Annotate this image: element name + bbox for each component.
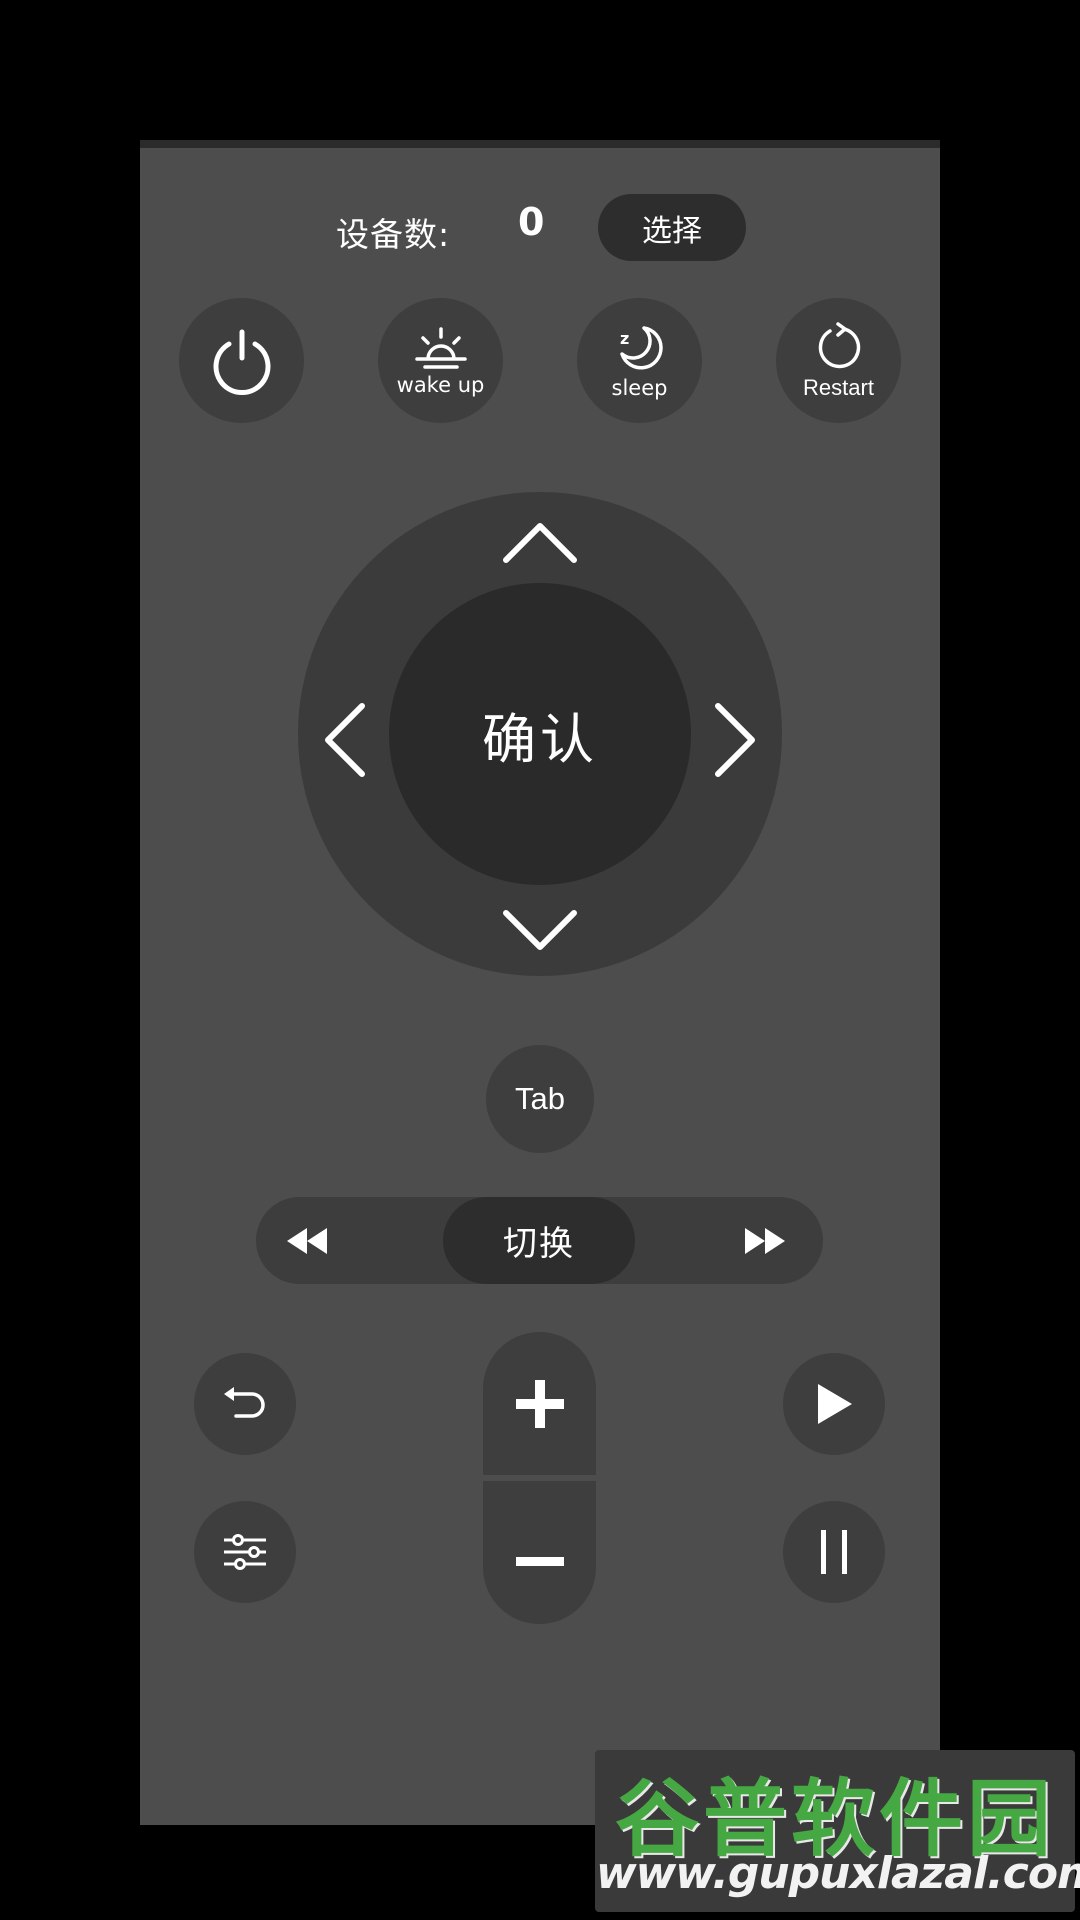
select-device-button[interactable]: 选择 bbox=[598, 194, 746, 261]
play-icon bbox=[818, 1384, 852, 1424]
volume-up-button[interactable] bbox=[483, 1332, 596, 1475]
pause-button[interactable] bbox=[783, 1501, 885, 1603]
plus-icon bbox=[515, 1379, 564, 1428]
wake-up-button[interactable]: wake up bbox=[378, 298, 503, 423]
volume-down-button[interactable] bbox=[483, 1481, 596, 1624]
device-count-label: 设备数: bbox=[336, 215, 451, 254]
chevron-left-icon bbox=[325, 703, 365, 777]
wake-up-label: wake up bbox=[396, 372, 485, 397]
chevron-up-icon bbox=[503, 523, 577, 563]
sunrise-icon bbox=[414, 326, 467, 369]
power-icon bbox=[213, 329, 270, 395]
watermark-url: www.gupuxlazal.com bbox=[596, 1848, 1080, 1899]
dpad-right-button[interactable] bbox=[690, 695, 780, 785]
power-button[interactable] bbox=[179, 298, 304, 423]
minus-icon bbox=[515, 1556, 564, 1566]
settings-button[interactable] bbox=[194, 1501, 296, 1603]
back-icon bbox=[224, 1387, 265, 1418]
svg-text:z: z bbox=[620, 329, 629, 348]
restart-button[interactable]: Restart bbox=[776, 298, 901, 423]
chevron-right-icon bbox=[715, 703, 755, 777]
tab-button[interactable]: Tab bbox=[486, 1045, 594, 1153]
fast-forward-button[interactable] bbox=[720, 1197, 810, 1284]
chevron-down-icon bbox=[503, 910, 577, 950]
pause-icon bbox=[821, 1530, 847, 1574]
restart-icon bbox=[818, 321, 860, 368]
dpad-left-button[interactable] bbox=[300, 695, 390, 785]
dpad-down-button[interactable] bbox=[495, 885, 585, 975]
sleep-label: sleep bbox=[611, 375, 668, 400]
fast-forward-icon bbox=[745, 1227, 785, 1254]
device-count-value: 0 bbox=[518, 200, 545, 244]
rewind-icon bbox=[287, 1227, 327, 1254]
rewind-button[interactable] bbox=[262, 1197, 352, 1284]
ok-button[interactable]: 确认 bbox=[389, 583, 691, 885]
play-button[interactable] bbox=[783, 1353, 885, 1455]
restart-label: Restart bbox=[803, 374, 874, 400]
sleep-button[interactable]: z sleep bbox=[577, 298, 702, 423]
sliders-icon bbox=[224, 1534, 266, 1570]
moon-sleep-icon: z bbox=[620, 325, 663, 370]
back-button[interactable] bbox=[194, 1353, 296, 1455]
switch-button[interactable]: 切换 bbox=[443, 1197, 635, 1284]
dpad-up-button[interactable] bbox=[495, 498, 585, 588]
